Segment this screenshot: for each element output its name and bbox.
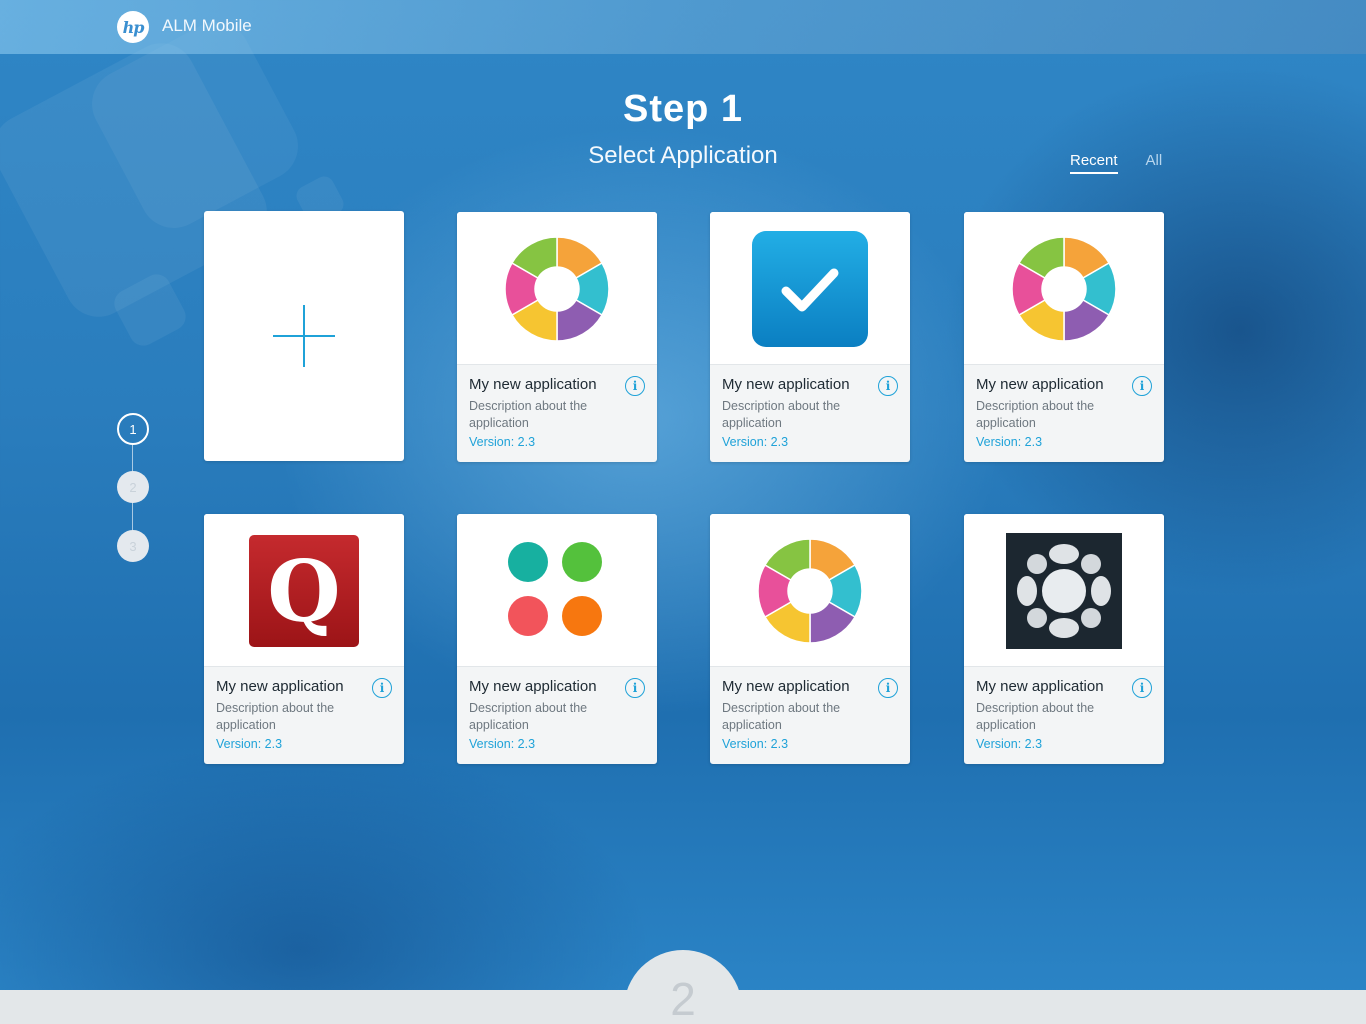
application-card[interactable]: My new application i Description about t… bbox=[964, 514, 1164, 764]
tab-all[interactable]: All bbox=[1146, 152, 1163, 174]
card-artwork bbox=[710, 514, 910, 667]
card-title: My new application bbox=[722, 376, 850, 393]
donut-icon bbox=[504, 235, 610, 342]
dots-ring-icon bbox=[1006, 532, 1122, 649]
card-description: Description about the application bbox=[976, 701, 1095, 732]
step-1[interactable]: 1 bbox=[117, 413, 149, 445]
step-indicator: 1 2 3 bbox=[117, 413, 149, 563]
card-version: Version: 2.3 bbox=[976, 435, 1043, 449]
card-version: Version: 2.3 bbox=[216, 737, 283, 751]
card-description: Description about the application bbox=[722, 399, 841, 430]
top-bar: hp ALM Mobile bbox=[0, 0, 1366, 54]
card-version: Version: 2.3 bbox=[722, 737, 789, 751]
card-artwork bbox=[457, 212, 657, 365]
application-card[interactable]: My new application i Description about t… bbox=[710, 514, 910, 764]
step-3[interactable]: 3 bbox=[117, 530, 149, 562]
card-version: Version: 2.3 bbox=[976, 737, 1043, 751]
card-version: Version: 2.3 bbox=[722, 435, 789, 449]
info-icon[interactable]: i bbox=[878, 376, 898, 396]
application-card[interactable]: My new application i Description about t… bbox=[964, 212, 1164, 462]
step-2[interactable]: 2 bbox=[117, 471, 149, 503]
application-card[interactable]: My new application i Description about t… bbox=[457, 514, 657, 764]
add-application-card[interactable] bbox=[204, 211, 404, 461]
page-number[interactable]: 2 bbox=[624, 972, 742, 1024]
quora-q-icon: Q bbox=[249, 534, 359, 647]
card-artwork bbox=[710, 212, 910, 365]
tab-recent[interactable]: Recent bbox=[1070, 152, 1118, 174]
card-title: My new application bbox=[469, 678, 597, 695]
card-artwork bbox=[964, 514, 1164, 667]
info-icon[interactable]: i bbox=[372, 678, 392, 698]
info-icon[interactable]: i bbox=[878, 678, 898, 698]
card-title: My new application bbox=[722, 678, 850, 695]
info-icon[interactable]: i bbox=[625, 376, 645, 396]
checkmark-app-icon bbox=[752, 230, 868, 347]
page-title: Step 1 bbox=[622, 88, 744, 130]
app-name: ALM Mobile bbox=[162, 16, 252, 35]
four-dots-icon bbox=[508, 541, 602, 636]
card-description: Description about the application bbox=[469, 701, 588, 732]
application-card[interactable]: My new application i Description about t… bbox=[457, 212, 657, 462]
card-version: Version: 2.3 bbox=[469, 435, 536, 449]
filter-tabs: Recent All bbox=[1070, 152, 1162, 174]
card-title: My new application bbox=[216, 678, 344, 695]
card-artwork bbox=[964, 212, 1164, 365]
application-card[interactable]: My new application i Description about t… bbox=[710, 212, 910, 462]
card-description: Description about the application bbox=[722, 701, 841, 732]
info-icon[interactable]: i bbox=[625, 678, 645, 698]
donut-icon bbox=[757, 537, 863, 644]
card-title: My new application bbox=[976, 376, 1104, 393]
card-artwork: Q bbox=[204, 514, 404, 667]
svg-text:Q: Q bbox=[267, 542, 340, 641]
info-icon[interactable]: i bbox=[1132, 678, 1152, 698]
card-description: Description about the application bbox=[469, 399, 588, 430]
application-card[interactable]: Q My new application i Description about… bbox=[204, 514, 404, 764]
hp-logo[interactable]: hp bbox=[117, 11, 149, 43]
donut-icon bbox=[1011, 235, 1117, 342]
info-icon[interactable]: i bbox=[1132, 376, 1152, 396]
card-artwork bbox=[457, 514, 657, 667]
card-description: Description about the application bbox=[216, 701, 335, 732]
card-version: Version: 2.3 bbox=[469, 737, 536, 751]
card-title: My new application bbox=[469, 376, 597, 393]
card-description: Description about the application bbox=[976, 399, 1095, 430]
card-title: My new application bbox=[976, 678, 1104, 695]
plus-icon bbox=[303, 305, 305, 367]
